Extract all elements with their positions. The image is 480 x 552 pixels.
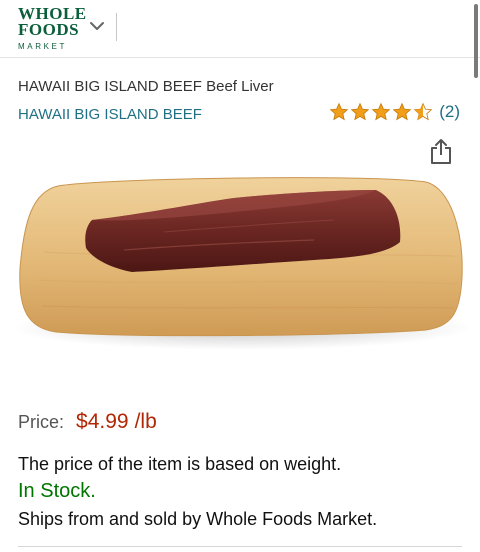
product-image[interactable] — [14, 160, 468, 360]
rating-stars — [329, 102, 433, 122]
section-divider — [18, 546, 462, 547]
ships-from-text: Ships from and sold by Whole Foods Marke… — [18, 509, 378, 529]
logo-line-2: FOODS — [18, 20, 80, 39]
price-unit: /lb — [134, 410, 157, 433]
star-half-icon — [413, 102, 433, 121]
star-icon — [371, 102, 391, 121]
logo-line-3: MARKET — [18, 42, 67, 51]
header-bar: WHOLE FOODS MARKET — [0, 0, 480, 78]
star-icon — [350, 102, 370, 121]
rating-count[interactable]: (2) — [439, 102, 460, 122]
price-row: Price: $4.99 /lb — [18, 410, 157, 434]
price-value: $4.99 — [76, 410, 129, 433]
product-rating[interactable]: (2) — [329, 102, 460, 122]
scrollbar[interactable] — [474, 4, 478, 78]
chevron-down-icon[interactable] — [88, 17, 106, 35]
stock-status: In Stock. — [18, 480, 96, 502]
product-title: HAWAII BIG ISLAND BEEF Beef Liver — [18, 78, 274, 95]
brand-link[interactable]: HAWAII BIG ISLAND BEEF — [18, 106, 202, 123]
star-icon — [392, 102, 412, 121]
header-divider — [116, 13, 117, 41]
star-icon — [329, 102, 349, 121]
price-label: Price: — [18, 412, 65, 432]
weight-note: The price of the item is based on weight… — [18, 454, 342, 474]
whole-foods-logo[interactable]: WHOLE FOODS MARKET — [18, 5, 88, 54]
